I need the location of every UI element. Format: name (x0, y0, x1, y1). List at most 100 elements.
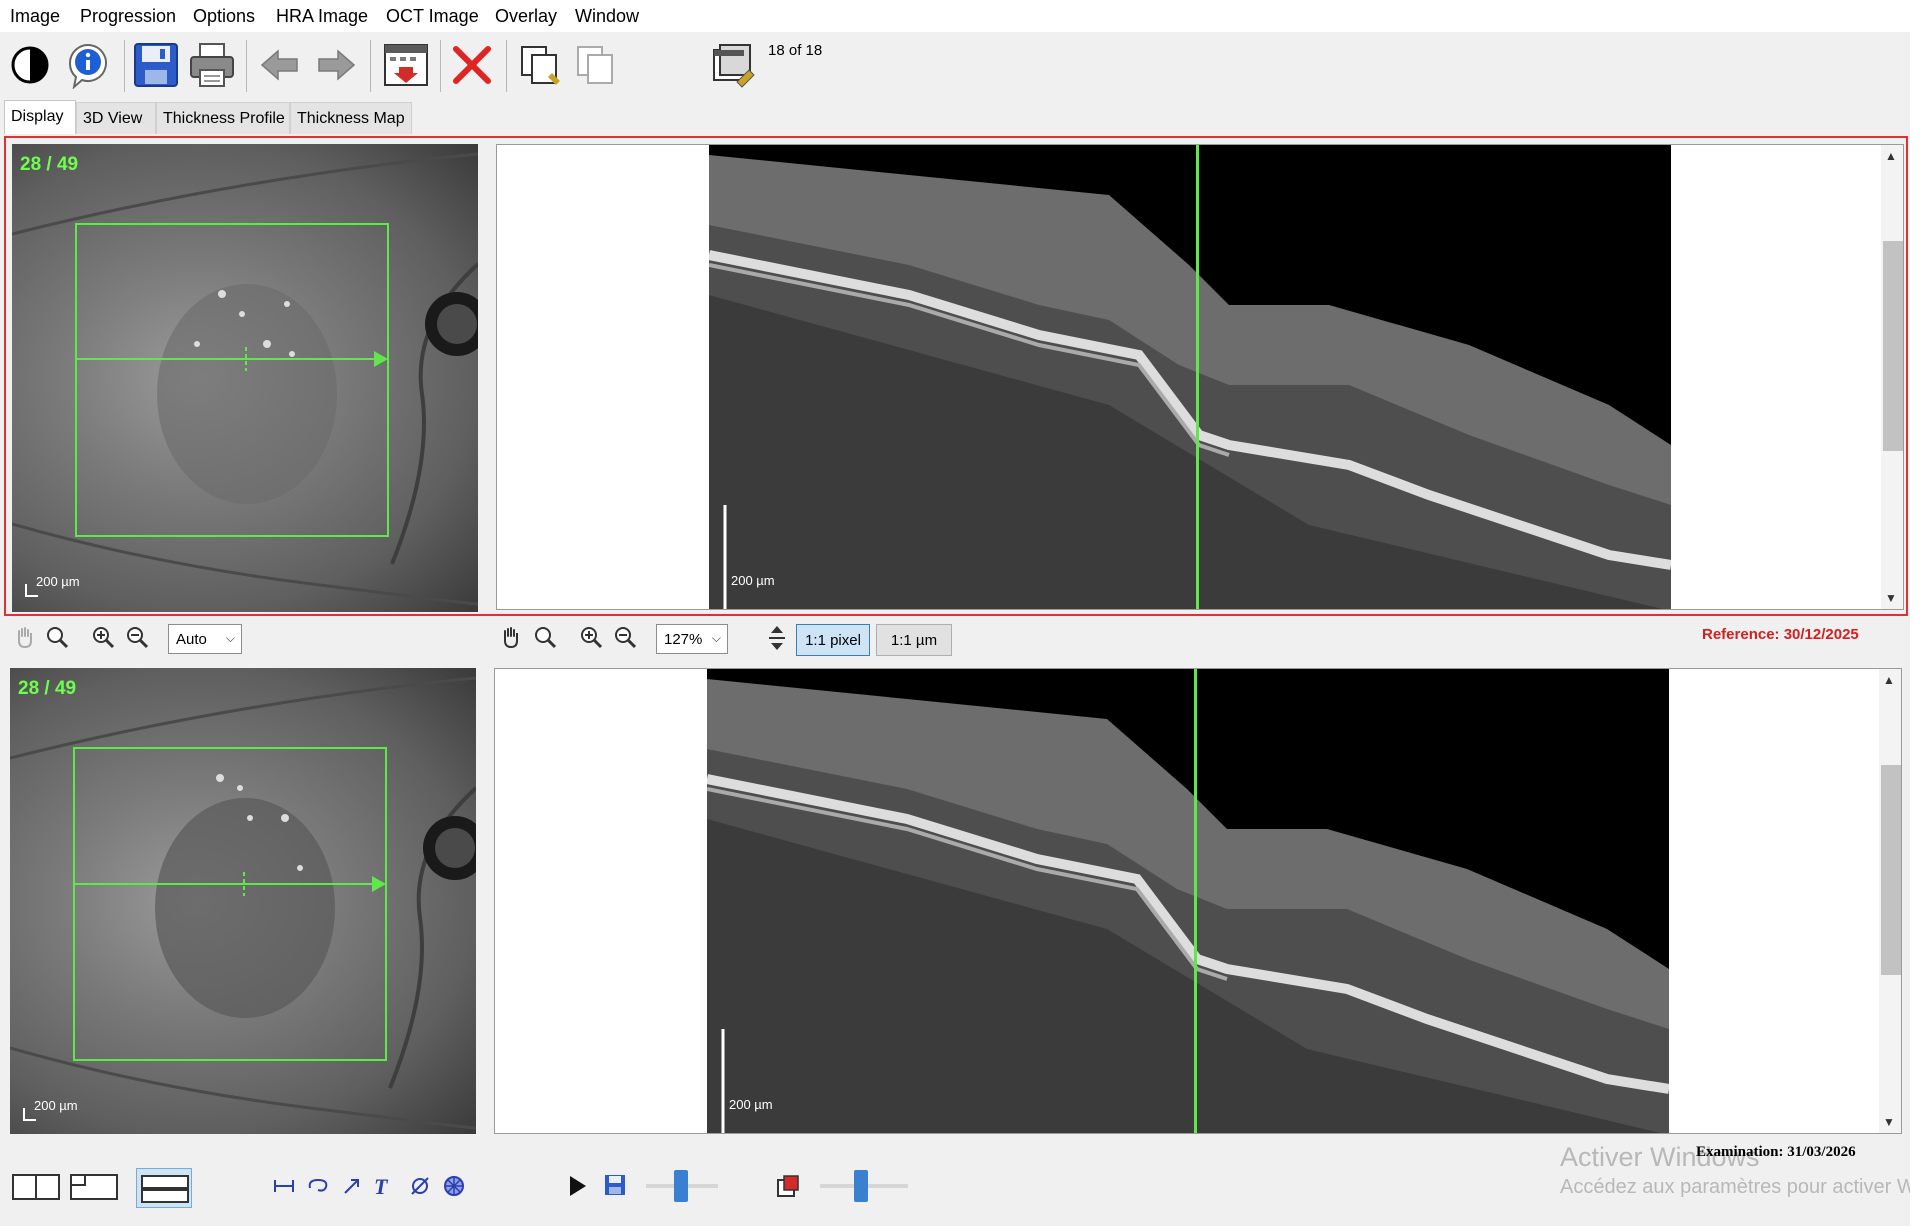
oct-zoom-in-button[interactable] (576, 622, 606, 652)
reference-date: Reference: 30/12/2025 (1702, 626, 1859, 643)
scroll-thumb[interactable] (1883, 241, 1903, 451)
save-button[interactable] (130, 38, 182, 92)
lasso-icon (308, 1178, 328, 1192)
info-icon (69, 44, 107, 89)
top-image-panel[interactable]: 28 / 49 200 µm 200 µm ▲ ▼ (4, 136, 1908, 616)
menu-oct-image[interactable]: OCT Image (386, 6, 479, 27)
info-button[interactable] (62, 38, 114, 92)
oct-zoom-out-button[interactable] (610, 622, 640, 652)
zoom-out-icon (127, 627, 149, 649)
print-icon (190, 43, 234, 87)
delete-icon (453, 46, 491, 84)
print-button[interactable] (186, 38, 238, 92)
speed-slider-thumb[interactable] (674, 1170, 688, 1202)
menu-options[interactable]: Options (193, 6, 255, 27)
opacity-slider-thumb[interactable] (854, 1170, 868, 1202)
arrow-icon (344, 1179, 359, 1194)
menu-window[interactable]: Window (575, 6, 639, 27)
tab-display[interactable]: Display (4, 100, 76, 134)
layout-split-icon (12, 1174, 60, 1200)
fundus-zoom-select[interactable]: Auto ⌵ (168, 624, 242, 654)
zoom-in-button[interactable] (88, 622, 118, 652)
chevron-down-icon: ⌵ (225, 631, 235, 645)
contrast-icon (11, 46, 49, 84)
layout-side-by-side-button[interactable] (12, 1174, 60, 1200)
image-stack-icon (713, 44, 755, 88)
tab-thickness-map[interactable]: Thickness Map (290, 102, 412, 134)
magnifier-icon (535, 627, 557, 649)
menu-image[interactable]: Image (10, 6, 60, 27)
hand-icon (18, 627, 32, 649)
chevron-down-icon: ⌵ (711, 631, 721, 645)
tab-thickness-profile[interactable]: Thickness Profile (156, 102, 290, 134)
oct-position-line[interactable] (1194, 669, 1197, 1133)
copy-button[interactable] (514, 38, 566, 92)
micron-ratio-button[interactable]: 1:1 µm (876, 624, 952, 656)
oct-zoom-select[interactable]: 127% ⌵ (656, 624, 728, 654)
contrast-button[interactable] (4, 38, 56, 92)
copy-disabled-button[interactable] (570, 38, 622, 92)
layout-overlay-button[interactable] (70, 1174, 118, 1200)
calendar-button[interactable] (380, 38, 432, 92)
oct-retina-layers (709, 155, 1671, 609)
tab-3d-view[interactable]: 3D View (76, 102, 156, 134)
play-icon (570, 1176, 586, 1196)
slice-counter: 28 / 49 (20, 154, 79, 175)
menu-bar: Image Progression Options HRA Image OCT … (0, 0, 1920, 32)
oct-bscan-image[interactable]: 200 µm (707, 669, 1669, 1133)
menu-hra-image[interactable]: HRA Image (276, 6, 368, 27)
fundus-zoom-value: Auto (176, 630, 207, 648)
oct-bscan-viewer[interactable]: 200 µm ▲ ▼ (494, 668, 1902, 1134)
overlay-icon (777, 1175, 799, 1197)
copy-icon (521, 46, 560, 85)
freehand-tool-button[interactable] (306, 1174, 330, 1198)
oct-zoom-value: 127% (664, 630, 703, 648)
text-tool-button[interactable]: T (374, 1174, 398, 1199)
fundus-image[interactable]: 28 / 49 200 µm (12, 144, 478, 612)
forward-arrow-icon (318, 49, 356, 81)
pan-tool-button[interactable] (496, 622, 526, 652)
save-movie-button[interactable] (604, 1174, 628, 1198)
oct-zoom-tool-button[interactable] (530, 622, 560, 652)
diameter-tool-button[interactable] (408, 1174, 432, 1198)
layout-stacked-icon (141, 1175, 189, 1203)
scroll-up-icon[interactable]: ▲ (1885, 149, 1897, 163)
oct-bscan-image[interactable]: 200 µm (709, 145, 1671, 609)
measure-tool-button[interactable] (272, 1174, 296, 1198)
oct-position-line[interactable] (1196, 145, 1199, 609)
scroll-down-icon[interactable]: ▼ (1885, 591, 1897, 605)
oct-scale-label: 200 µm (731, 573, 775, 588)
menu-progression[interactable]: Progression (80, 6, 176, 27)
image-counter: 18 of 18 (768, 42, 823, 59)
bottom-image-panel[interactable]: 28 / 49 200 µm 200 µm ▲ ▼ (4, 664, 1908, 1136)
image-stack-button[interactable] (708, 38, 760, 92)
forward-button[interactable] (310, 38, 362, 92)
hand-icon (504, 627, 518, 649)
overlay-toggle-button[interactable] (776, 1174, 800, 1198)
fundus-scale-label: 200 µm (36, 574, 80, 589)
window-edge (1910, 0, 1920, 1226)
top-vertical-scrollbar[interactable]: ▲ ▼ (1881, 145, 1903, 609)
zoom-out-button[interactable] (122, 622, 152, 652)
diameter-icon (411, 1177, 429, 1195)
scroll-up-icon[interactable]: ▲ (1883, 673, 1895, 687)
zoom-tool-button[interactable] (42, 622, 72, 652)
arrow-tool-button[interactable] (340, 1174, 364, 1198)
scroll-down-icon[interactable]: ▼ (1883, 1115, 1895, 1129)
layout-stacked-button[interactable] (136, 1168, 192, 1208)
bottom-vertical-scrollbar[interactable]: ▲ ▼ (1879, 669, 1901, 1133)
bottom-toolbar: T Activer Windows Examination: 31/03/202… (0, 1140, 1920, 1226)
play-button[interactable] (568, 1174, 592, 1200)
copy-disabled-icon (577, 46, 613, 84)
pixel-ratio-button[interactable]: 1:1 pixel (796, 624, 870, 656)
delete-button[interactable] (446, 38, 498, 92)
pan-tool-disabled[interactable] (10, 622, 40, 652)
fit-height-button[interactable] (762, 622, 792, 654)
fundus-image[interactable]: 28 / 49 200 µm (10, 668, 476, 1134)
scroll-thumb[interactable] (1881, 765, 1901, 975)
oct-bscan-viewer[interactable]: 200 µm ▲ ▼ (496, 144, 1904, 610)
menu-overlay[interactable]: Overlay (495, 6, 557, 27)
back-button[interactable] (254, 38, 306, 92)
grid-tool-button[interactable] (442, 1174, 466, 1198)
slice-counter: 28 / 49 (18, 678, 77, 699)
